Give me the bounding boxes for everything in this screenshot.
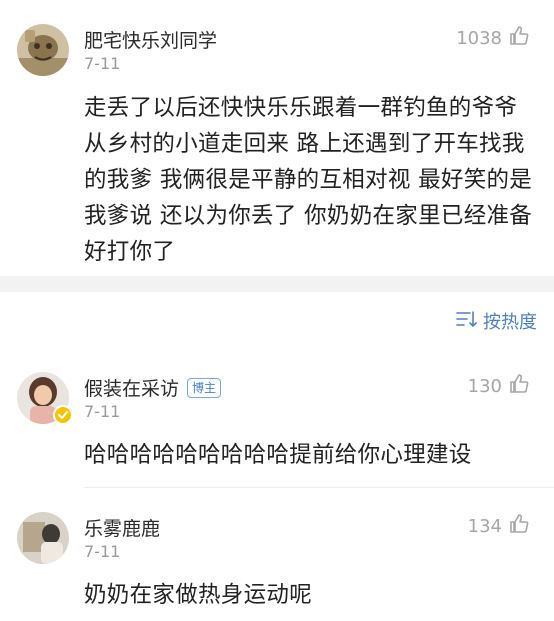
username-text: 假装在采访 [84, 378, 180, 400]
username[interactable]: 乐雾鹿鹿 [84, 514, 160, 541]
like-button[interactable]: 130 [468, 373, 530, 400]
like-count: 130 [467, 376, 502, 397]
comment-date: 7-11 [84, 54, 121, 73]
comment-text: 哈哈哈哈哈哈哈哈哈提前给你心理建设 [84, 442, 472, 468]
comment-text: 走丢了以后还快快乐乐跟着一群钓鱼的爷爷从乡村的小道走回来 路上还遇到了开车找我的… [84, 95, 533, 265]
comment-date: 7-11 [84, 402, 121, 421]
sort-toggle[interactable]: 按热度 [455, 308, 537, 334]
verified-badge-icon [53, 405, 73, 425]
username[interactable]: 肥宅快乐刘同学 [84, 26, 217, 53]
thumbs-up-icon [508, 373, 530, 400]
username[interactable]: 假装在采访 博主 [84, 374, 222, 401]
author-badge: 博主 [187, 378, 222, 398]
sort-icon [455, 309, 483, 334]
like-count: 1038 [456, 28, 502, 49]
like-button[interactable]: 134 [468, 513, 530, 540]
sort-label: 按热度 [483, 312, 537, 333]
like-button[interactable]: 1038 [456, 25, 530, 52]
comment-item: 肥宅快乐刘同学 7-11 1038 走丢了以后还快快乐乐跟着一群钓鱼的爷爷从乡村… [0, 0, 554, 276]
avatar[interactable] [17, 24, 69, 76]
comment-text: 奶奶在家做热身运动呢 [84, 582, 313, 608]
avatar[interactable] [17, 512, 69, 564]
comment-date: 7-11 [84, 542, 121, 561]
divider [84, 487, 554, 488]
thumbs-up-icon [508, 25, 530, 52]
section-separator [0, 276, 554, 292]
like-count: 134 [467, 516, 502, 537]
thumbs-up-icon [508, 513, 530, 540]
